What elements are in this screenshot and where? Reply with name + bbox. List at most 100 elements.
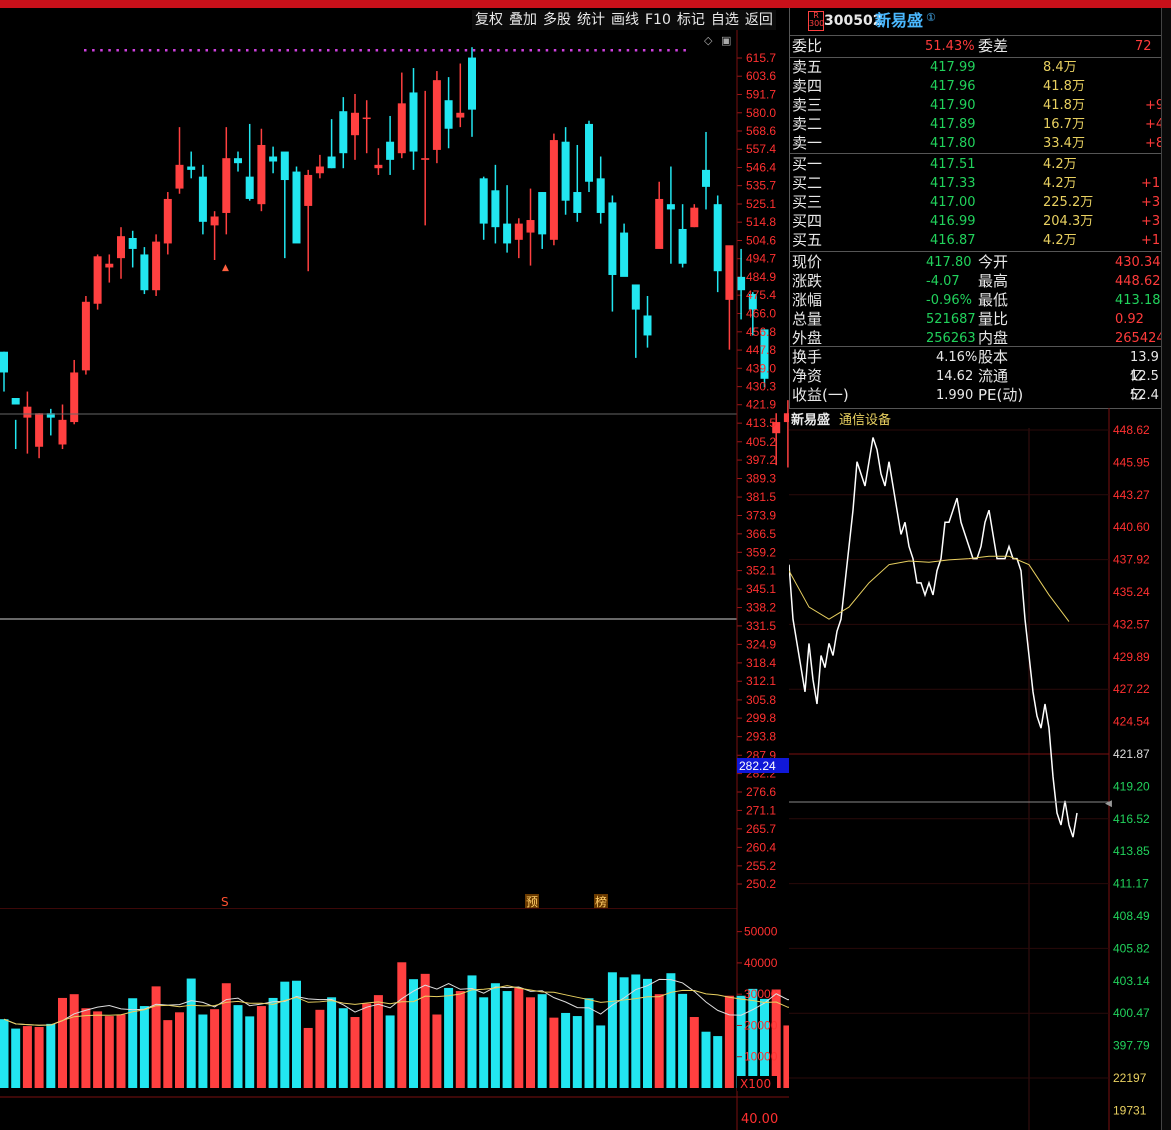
- candle: [725, 245, 734, 350]
- volume-bar: [526, 997, 535, 1088]
- candle: [666, 166, 675, 264]
- candle-body: [245, 176, 254, 199]
- price-axis-label: 324.9: [746, 637, 776, 651]
- candle-body: [725, 245, 734, 300]
- chart-toolbar: 复权 叠加 多股 统计 画线 F10 标记 自选 返回: [472, 10, 776, 30]
- dot-marker: [286, 49, 289, 52]
- volume-bar: [69, 994, 79, 1088]
- candle-body: [362, 117, 371, 120]
- candle: [117, 227, 125, 279]
- candle-body: [549, 140, 558, 240]
- window-icon[interactable]: ▣: [721, 34, 731, 47]
- toolbar-item-2[interactable]: 多股: [540, 10, 574, 30]
- intraday-axis-label: 448.62: [1113, 423, 1150, 437]
- bid-label: 买三: [792, 193, 823, 211]
- candle: [81, 295, 90, 375]
- bid-label: 买四: [792, 212, 823, 230]
- dot-marker: [391, 49, 395, 52]
- volume-chart[interactable]: 50000 40000 30000 20000 10000 X100 40.00: [0, 908, 789, 1130]
- candle-body: [514, 223, 523, 240]
- candle: [163, 192, 172, 255]
- volume-bar: [81, 1008, 91, 1088]
- volume-bar: [338, 1008, 348, 1088]
- price-axis-label: 305.8: [746, 693, 776, 707]
- volume-bar: [409, 979, 418, 1088]
- ask-volume: 16.7万: [1043, 117, 1085, 132]
- candle-body: [351, 112, 359, 136]
- volume-bar: [619, 977, 629, 1088]
- candle: [210, 211, 219, 261]
- toolbar-item-1[interactable]: 叠加: [506, 10, 540, 30]
- price-axis-label: 345.1: [746, 582, 776, 596]
- volume-bar: [666, 973, 676, 1088]
- candle: [585, 120, 593, 193]
- candle-body: [140, 254, 149, 291]
- volume-bar: [104, 1016, 114, 1088]
- fund-value: 1.990: [936, 388, 974, 403]
- candle: [526, 188, 535, 266]
- volume-bar: [186, 978, 196, 1088]
- candle: [187, 151, 196, 179]
- quote-panel: R 300 300502 新易盛 ① 委比 51.43% 委差 72 卖五 417…: [789, 8, 1168, 408]
- wei-bi-value: 51.43%: [925, 39, 975, 54]
- dot-marker: [618, 49, 622, 52]
- candle: [468, 47, 476, 137]
- volume-bar: [327, 997, 337, 1088]
- fund-label: 股本: [978, 348, 1009, 366]
- volume-bar: [175, 1012, 184, 1088]
- ask-price: 417.90: [930, 98, 976, 113]
- top-accent-bar: [0, 0, 1171, 8]
- volume-bar: [643, 978, 652, 1088]
- intraday-axis-label: 421.87: [1113, 747, 1150, 761]
- dot-marker: [489, 49, 492, 52]
- volume-bar: [561, 1012, 571, 1088]
- volume-bar: [678, 993, 688, 1088]
- candle-body: [0, 351, 8, 373]
- quote-label: 今开: [978, 253, 1009, 271]
- price-axis-label: 293.8: [746, 730, 776, 744]
- quote-label: 量比: [978, 310, 1009, 328]
- stock-name-sup: ①: [926, 11, 936, 24]
- volume-bar: [397, 962, 407, 1088]
- candle: [549, 133, 558, 246]
- toolbar-item-5[interactable]: F10: [642, 10, 674, 30]
- price-axis-label: 456.8: [746, 325, 776, 339]
- candlestick-chart[interactable]: 615.7 603.6 591.7 580.0 568.6 557.4 546.4 535.7…: [0, 30, 789, 935]
- candle-body: [152, 241, 161, 291]
- dot-marker: [270, 49, 273, 52]
- volume-bar: [771, 989, 781, 1088]
- candle: [70, 359, 79, 425]
- quote-value: 521687: [926, 312, 976, 327]
- intraday-axis-label: 400.47: [1113, 1006, 1150, 1020]
- dot-marker: [561, 49, 565, 52]
- intraday-chart[interactable]: 新易盛 通信设备 448.62 445.95 443.27 440.60 437.92 4…: [789, 408, 1161, 1130]
- volume-bar: [93, 1011, 103, 1088]
- toolbar-item-3[interactable]: 统计: [574, 10, 608, 30]
- candle-body: [432, 80, 441, 150]
- dot-marker: [416, 49, 419, 52]
- intraday-axis-label: 432.57: [1113, 617, 1150, 631]
- volume-bar: [432, 1014, 442, 1088]
- price-axis-label: 484.9: [746, 270, 776, 284]
- quote-value: 430.34: [1115, 255, 1161, 270]
- candle: [678, 204, 687, 268]
- candle: [643, 295, 652, 348]
- candle-body: [257, 144, 266, 205]
- candle: [702, 131, 710, 210]
- dot-marker: [278, 49, 281, 52]
- toolbar-item-8[interactable]: 返回: [742, 10, 776, 30]
- volume-bar: [420, 973, 430, 1088]
- toolbar-item-4[interactable]: 画线: [608, 10, 642, 30]
- toolbar-item-7[interactable]: 自选: [708, 10, 742, 30]
- toolbar-item-6[interactable]: 标记: [674, 10, 708, 30]
- dot-marker: [659, 49, 662, 52]
- diamond-icon[interactable]: ◇: [704, 34, 713, 47]
- toolbar-item-0[interactable]: 复权: [472, 10, 506, 30]
- dot-marker: [173, 49, 176, 52]
- candle-body: [35, 413, 44, 447]
- dot-marker: [156, 49, 160, 52]
- price-axis-label: 568.6: [746, 124, 776, 138]
- volume-axis-label: 10000: [744, 1050, 778, 1064]
- quote-value: -4.07: [926, 274, 960, 289]
- crosshair-price-label: 282.24: [739, 759, 776, 773]
